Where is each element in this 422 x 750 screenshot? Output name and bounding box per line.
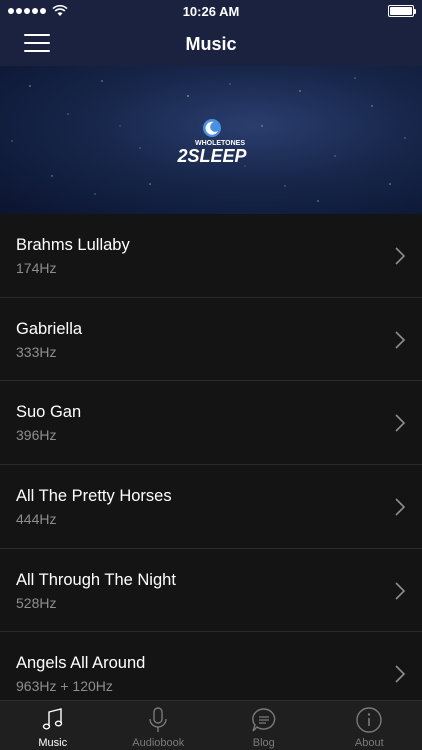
track-row[interactable]: Gabriella 333Hz bbox=[0, 297, 422, 382]
track-row[interactable]: All Through The Night 528Hz bbox=[0, 548, 422, 633]
hamburger-menu-button[interactable] bbox=[24, 34, 50, 54]
battery-icon bbox=[388, 5, 416, 17]
tab-about[interactable]: About bbox=[317, 701, 422, 750]
track-list: Brahms Lullaby 174Hz Gabriella 333Hz Suo… bbox=[0, 214, 422, 700]
music-note-icon bbox=[42, 708, 62, 730]
wifi-icon bbox=[52, 5, 68, 16]
track-row[interactable]: Angels All Around 963Hz + 120Hz bbox=[0, 632, 422, 700]
chevron-right-icon bbox=[395, 665, 406, 684]
track-frequency: 963Hz + 120Hz bbox=[16, 678, 113, 695]
chevron-right-icon bbox=[395, 582, 406, 600]
tab-label: Audiobook bbox=[132, 737, 185, 749]
chevron-right-icon bbox=[395, 498, 406, 516]
track-frequency: 396Hz bbox=[16, 427, 57, 444]
track-row[interactable]: All The Pretty Horses 444Hz bbox=[0, 465, 422, 549]
track-title: Brahms Lullaby bbox=[16, 236, 130, 254]
track-title: Angels All Around bbox=[16, 654, 146, 673]
track-title: Gabriella bbox=[16, 319, 83, 338]
track-frequency: 444Hz bbox=[16, 511, 57, 528]
info-icon bbox=[356, 707, 382, 733]
tab-label: Music bbox=[38, 737, 68, 749]
chat-bubble-icon bbox=[251, 708, 276, 732]
microphone-icon bbox=[149, 707, 167, 732]
tab-audiobook[interactable]: Audiobook bbox=[106, 701, 212, 750]
track-title: Suo Gan bbox=[16, 403, 82, 422]
tab-label: Blog bbox=[252, 737, 275, 749]
track-frequency: 174Hz bbox=[16, 260, 57, 276]
page-title: Music bbox=[185, 33, 237, 54]
logo-main-text: 2SLEEP bbox=[176, 146, 247, 166]
tab-label: About bbox=[354, 737, 384, 749]
app-logo: WHOLETONES 2SLEEP bbox=[172, 118, 252, 168]
status-bar: 10:26 AM bbox=[0, 0, 422, 22]
header-banner: WHOLETONES 2SLEEP bbox=[0, 66, 422, 214]
track-frequency: 528Hz bbox=[16, 594, 57, 611]
chevron-right-icon bbox=[395, 331, 406, 349]
track-frequency: 333Hz bbox=[16, 343, 57, 360]
track-title: All The Pretty Horses bbox=[16, 487, 172, 506]
chevron-right-icon bbox=[395, 414, 406, 432]
signal-icon bbox=[8, 8, 46, 14]
track-row[interactable]: Brahms Lullaby 174Hz bbox=[0, 214, 422, 298]
tab-blog[interactable]: Blog bbox=[211, 701, 317, 750]
track-title: All Through The Night bbox=[16, 570, 176, 589]
chevron-right-icon bbox=[395, 247, 406, 265]
tab-bar: Music Audiobook Blog About bbox=[0, 700, 422, 750]
nav-bar: Music bbox=[0, 22, 422, 66]
tab-music[interactable]: Music bbox=[0, 701, 106, 750]
status-left bbox=[8, 5, 68, 17]
track-row[interactable]: Suo Gan 396Hz bbox=[0, 381, 422, 466]
